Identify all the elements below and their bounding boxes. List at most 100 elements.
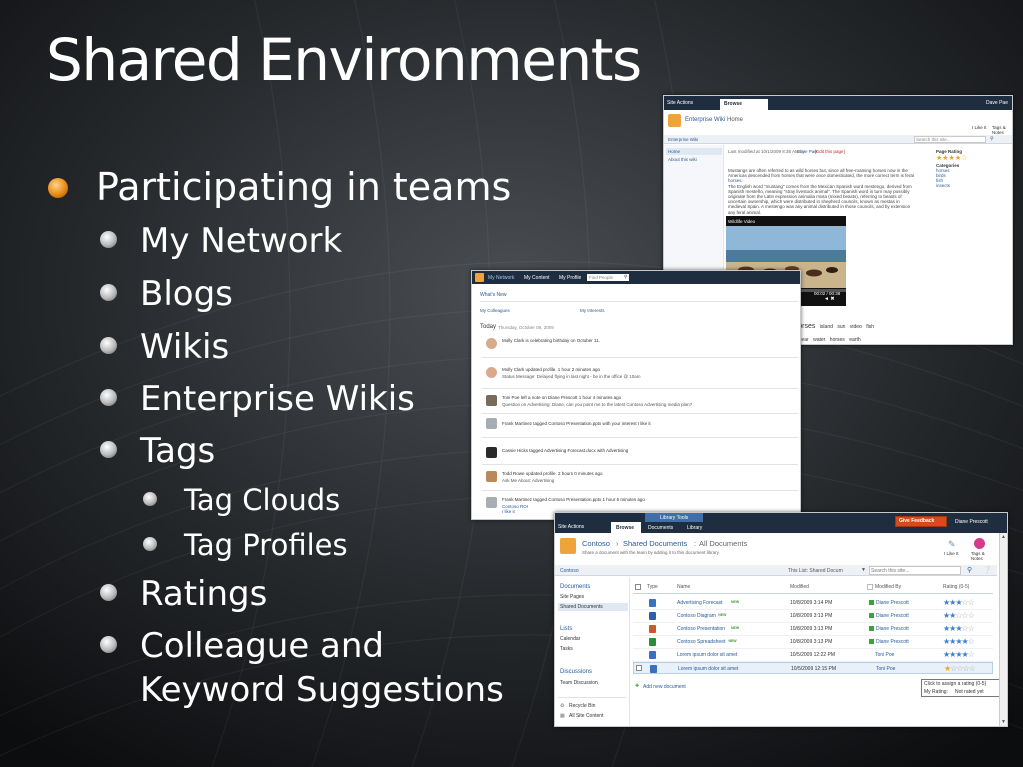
wiki-category[interactable]: insects bbox=[936, 183, 950, 188]
document-modified-by[interactable]: Diane Prescott bbox=[876, 626, 909, 632]
document-modified-by[interactable]: Toni Poe bbox=[876, 666, 895, 672]
document-name-link[interactable]: Contoso Spreadsheet bbox=[677, 639, 725, 645]
doclib-site-actions[interactable]: Site Actions bbox=[558, 524, 584, 530]
tags-notes-icon[interactable] bbox=[974, 538, 985, 549]
rating-stars[interactable]: ★★★☆☆ bbox=[943, 598, 975, 607]
network-tab-my-profile[interactable]: My Profile bbox=[559, 275, 581, 281]
document-name-link[interactable]: Advertising Forecast bbox=[677, 600, 723, 606]
document-modified-by[interactable]: Diane Prescott bbox=[876, 600, 909, 606]
doclib-breadcrumb-view[interactable]: All Documents bbox=[699, 539, 747, 548]
star-empty-icon[interactable]: ☆ bbox=[968, 611, 975, 620]
star-empty-icon[interactable]: ☆ bbox=[968, 598, 975, 607]
doclib-scrollbar[interactable] bbox=[999, 533, 1007, 726]
document-modified-by[interactable]: Diane Prescott bbox=[876, 639, 909, 645]
tag[interactable]: water bbox=[813, 337, 825, 343]
tag[interactable]: island bbox=[820, 324, 833, 330]
document-name-link[interactable]: Lorem ipsum dolor sit amet bbox=[677, 652, 737, 658]
nav-item-shared-documents[interactable]: Shared Documents bbox=[560, 604, 603, 610]
star-empty-icon[interactable]: ☆ bbox=[968, 650, 975, 659]
wiki-breadcrumb[interactable]: Enterprise Wiki bbox=[685, 117, 725, 123]
search-icon[interactable]: ⚲ bbox=[967, 566, 972, 574]
doclib-tags-notes[interactable]: Tags & Notes bbox=[971, 551, 993, 561]
wiki-i-like-it[interactable]: I Like It bbox=[972, 125, 987, 130]
scroll-up-icon[interactable]: ▲ bbox=[1001, 534, 1006, 540]
dropdown-icon[interactable]: ▼ bbox=[861, 567, 866, 573]
feed-item-like[interactable]: I like it bbox=[502, 509, 515, 514]
nav-heading-lists[interactable]: Lists bbox=[560, 626, 572, 632]
wiki-page-rating-stars[interactable]: ★★★★☆ bbox=[936, 154, 967, 162]
tag[interactable]: horses bbox=[830, 337, 845, 343]
column-modified-by[interactable]: Modified By bbox=[875, 584, 901, 590]
nav-recycle-bin[interactable]: Recycle Bin bbox=[569, 703, 595, 709]
document-modified-by[interactable]: Diane Prescott bbox=[876, 613, 909, 619]
doclib-breadcrumb[interactable]: Contoso bbox=[582, 539, 610, 548]
nav-heading-documents[interactable]: Documents bbox=[560, 584, 590, 590]
nav-heading-discussions[interactable]: Discussions bbox=[560, 669, 592, 675]
doclib-tab-browse[interactable]: Browse bbox=[616, 525, 634, 531]
wiki-tab-browse[interactable]: Browse bbox=[724, 101, 742, 107]
wiki-tags-notes[interactable]: Tags & Notes bbox=[992, 125, 1012, 135]
doclib-i-like-it[interactable]: I Like It bbox=[944, 551, 959, 556]
wiki-site-actions[interactable]: Site Actions bbox=[667, 100, 693, 106]
i-like-it-icon[interactable]: ✎ bbox=[948, 539, 956, 550]
rating-stars[interactable]: ★★★★☆ bbox=[943, 637, 975, 646]
tag[interactable]: earth bbox=[849, 337, 860, 343]
document-name-link[interactable]: Lorem ipsum dolor sit amet bbox=[678, 666, 738, 672]
doclib-tab-library[interactable]: Library bbox=[687, 525, 702, 531]
table-row[interactable]: Advertising Forecast NEW 10/8/2009 3:14 PM… bbox=[633, 597, 993, 610]
star-empty-icon[interactable]: ☆ bbox=[969, 664, 976, 673]
wiki-search-input[interactable]: Search this site... bbox=[916, 137, 951, 142]
wiki-nav-home[interactable]: Home bbox=[668, 149, 680, 154]
wiki-tab-page[interactable]: Page bbox=[748, 101, 760, 107]
wiki-search-icon[interactable]: ⚲ bbox=[990, 136, 994, 142]
row-checkbox[interactable] bbox=[636, 665, 642, 671]
table-row[interactable]: Lorem ipsum dolor sit amet 10/5/2009 12:1… bbox=[633, 662, 993, 674]
doclib-user[interactable]: Diane Prescott bbox=[955, 519, 988, 525]
column-name[interactable]: Name bbox=[677, 584, 690, 590]
document-modified-by[interactable]: Toni Poe bbox=[875, 652, 894, 658]
add-icon[interactable]: ✚ bbox=[635, 683, 639, 689]
rating-stars[interactable]: ★☆☆☆☆ bbox=[944, 664, 976, 673]
scroll-down-icon[interactable]: ▼ bbox=[1001, 719, 1006, 725]
tag[interactable]: video bbox=[850, 324, 862, 330]
column-rating[interactable]: Rating (0-5) bbox=[943, 584, 969, 590]
wiki-edit-link[interactable]: [Edit this page] bbox=[815, 149, 845, 154]
star-empty-icon[interactable]: ☆ bbox=[968, 637, 975, 646]
tag[interactable]: fish bbox=[866, 324, 874, 330]
wiki-nav-about[interactable]: About this wiki bbox=[668, 157, 697, 162]
column-modified-by-checkbox[interactable] bbox=[867, 584, 873, 590]
wiki-user[interactable]: Dave Pae bbox=[986, 100, 1008, 106]
wiki-last-modified-by[interactable]: Dave Pae bbox=[797, 149, 817, 154]
network-search-input[interactable]: Find People bbox=[589, 275, 613, 280]
tag[interactable]: sun bbox=[837, 324, 845, 330]
nav-item-team-discussion[interactable]: Team Discussion bbox=[560, 680, 598, 686]
doclib-tab-documents[interactable]: Documents bbox=[648, 525, 673, 531]
column-modified[interactable]: Modified bbox=[790, 584, 809, 590]
star-empty-icon[interactable]: ☆ bbox=[968, 624, 975, 633]
table-row[interactable]: Contoso Diagram NEW 10/8/2009 3:13 PM Diane… bbox=[633, 610, 993, 623]
network-tab-my-network[interactable]: My Network bbox=[488, 275, 514, 281]
network-tab-my-content[interactable]: My Content bbox=[524, 275, 550, 281]
select-all-checkbox[interactable] bbox=[635, 584, 641, 590]
table-row[interactable]: Contoso Presentation NEW 10/8/2009 3:13 PM… bbox=[633, 623, 993, 636]
column-type[interactable]: Type bbox=[647, 584, 658, 590]
table-row[interactable]: Contoso Spreadsheet NEW 10/8/2009 3:13 PM D… bbox=[633, 636, 993, 649]
doclib-site-tab[interactable]: Contoso bbox=[560, 568, 579, 574]
nav-item-site-pages[interactable]: Site Pages bbox=[560, 594, 584, 600]
nav-item-calendar[interactable]: Calendar bbox=[560, 636, 580, 642]
add-new-document-link[interactable]: Add new document bbox=[643, 684, 686, 690]
nav-all-site-content[interactable]: All Site Content bbox=[569, 713, 603, 719]
table-row[interactable]: Lorem ipsum dolor sit amet 10/5/2009 12:2… bbox=[633, 649, 993, 662]
rating-stars[interactable]: ★★★★☆ bbox=[943, 650, 975, 659]
doclib-search-scope[interactable]: This List: Shared Docum bbox=[788, 568, 843, 574]
rating-stars[interactable]: ★★★☆☆ bbox=[943, 624, 975, 633]
network-my-interests[interactable]: My Interests bbox=[580, 308, 605, 313]
search-icon[interactable]: ⚲ bbox=[624, 274, 627, 280]
doclib-breadcrumb-library[interactable]: Shared Documents bbox=[623, 539, 687, 548]
document-name-link[interactable]: Contoso Diagram bbox=[677, 613, 716, 619]
help-icon[interactable]: ❔ bbox=[983, 566, 992, 574]
rating-stars[interactable]: ★★☆☆☆ bbox=[943, 611, 975, 620]
tag[interactable]: ear bbox=[801, 337, 808, 343]
volume-icon[interactable]: ◄ ✖ bbox=[824, 296, 835, 302]
wiki-site-label[interactable]: Enterprise Wiki bbox=[668, 137, 698, 142]
